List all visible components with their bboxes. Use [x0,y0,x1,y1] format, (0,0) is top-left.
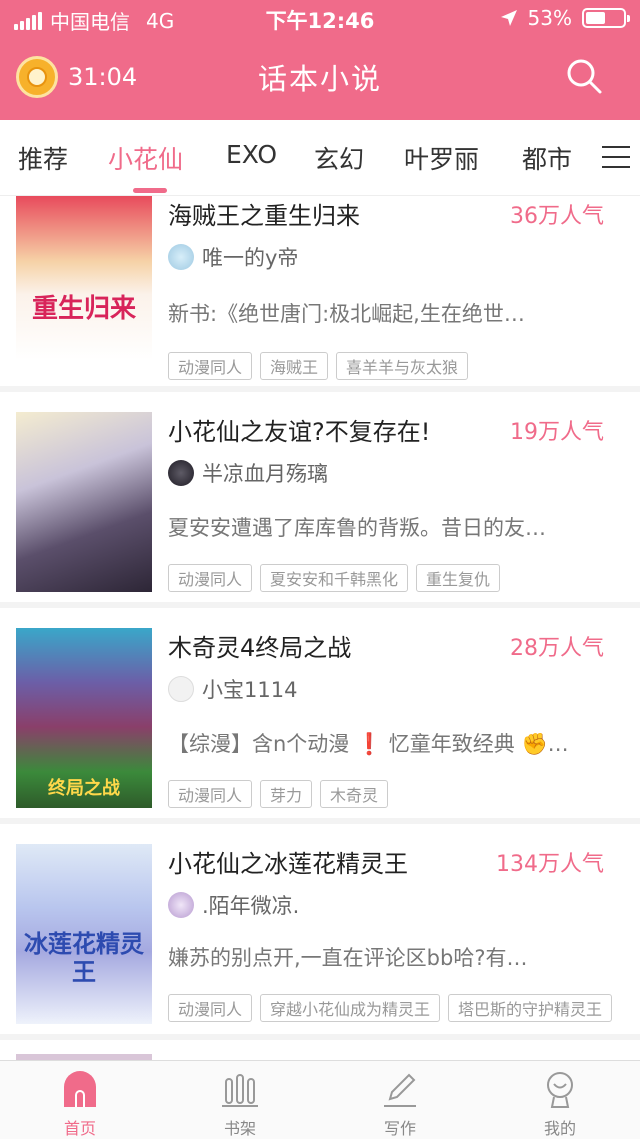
book-popularity: 134万人气 [496,852,604,877]
home-icon [64,1071,96,1107]
cover-title-text: 终局之战 [48,778,120,799]
tab-xuanhuan[interactable]: 玄幻 [314,140,364,176]
app-header: 31:04 话本小说 [0,36,640,120]
book-card[interactable]: 重生归来 海贼王之重生归来 36万人气 唯一的y帝 新书:《绝世唐门:极北崛起,… [0,196,640,392]
tag[interactable]: 塔巴斯的守护精灵王 [448,994,613,1022]
author-row: 半凉血月殇璃 [168,458,328,488]
nav-home[interactable]: 首页 [40,1069,120,1139]
tag[interactable]: 动漫同人 [168,352,253,380]
profile-icon [547,1072,573,1108]
bottom-nav: 首页 书架 写作 我的 [0,1060,640,1139]
tag[interactable]: 芽力 [260,780,313,808]
tag[interactable]: 海贼王 [260,352,329,380]
tag[interactable]: 喜羊羊与灰太狼 [336,352,469,380]
tag[interactable]: 动漫同人 [168,564,253,592]
author-name: 唯一的y帝 [202,246,299,270]
cover-title-text: 重生归来 [31,294,136,324]
tab-xiaohuaxian[interactable]: 小花仙 [108,140,183,176]
tag-list: 动漫同人 穿越小花仙成为精灵王 塔巴斯的守护精灵王 [168,994,640,1022]
tag-list: 动漫同人 夏安安和千韩黑化 重生复仇 [168,564,501,592]
tag[interactable]: 木奇灵 [320,780,389,808]
nav-profile[interactable]: 我的 [520,1069,600,1139]
book-description: 新书:《绝世唐门:极北崛起,生在绝世… [168,302,525,326]
author-avatar [168,892,194,918]
pen-icon [384,1073,416,1107]
book-description: 【综漫】含n个动漫 ❗ 忆童年致经典 ✊… [168,732,569,756]
book-cover: 冰莲花精灵王 [16,844,152,1024]
book-cover: 终局之战 [16,628,152,808]
author-avatar [168,244,194,270]
search-icon[interactable] [564,56,604,96]
nav-profile-label: 我的 [543,1119,576,1138]
book-title: 海贼王之重生归来 [168,202,360,230]
author-name: .陌年微凉. [202,894,300,918]
book-cover: 重生归来 [16,196,152,360]
tag[interactable]: 动漫同人 [168,780,253,808]
battery-percent: 53% [527,6,572,30]
tab-recommend[interactable]: 推荐 [18,140,68,176]
nav-bookshelf[interactable]: 书架 [200,1069,280,1139]
book-title: 小花仙之友谊?不复存在! [168,418,431,446]
tag[interactable]: 穿越小花仙成为精灵王 [260,994,441,1022]
tab-dushi[interactable]: 都市 [522,140,572,176]
status-bar: 中国电信 4G 下午12:46 53% [0,0,640,36]
author-name: 半凉血月殇璃 [202,462,328,486]
book-title: 木奇灵4终局之战 [168,634,352,662]
category-tabs: 推荐 小花仙 EXO 玄幻 叶罗丽 都市 [0,120,640,196]
book-list: 重生归来 海贼王之重生归来 36万人气 唯一的y帝 新书:《绝世唐门:极北崛起,… [0,196,640,1060]
book-card[interactable]: 冰莲花精灵王 小花仙之冰莲花精灵王 134万人气 .陌年微凉. 嫌苏的别点开,一… [0,824,640,1040]
location-arrow-icon [500,10,517,26]
book-popularity: 36万人气 [510,204,604,229]
tab-exo[interactable]: EXO [226,140,277,169]
author-row: .陌年微凉. [168,890,299,920]
author-row: 唯一的y帝 [168,242,298,272]
book-card[interactable]: 终局之战 木奇灵4终局之战 28万人气 小宝1114 【综漫】含n个动漫 ❗ 忆… [0,608,640,824]
book-description: 嫌苏的别点开,一直在评论区bb哈?有… [168,946,528,970]
author-name: 小宝1114 [202,678,298,702]
nav-home-label: 首页 [63,1119,96,1138]
book-card[interactable]: 小花仙之友谊?不复存在! 19万人气 半凉血月殇璃 夏安安遭遇了库库鲁的背叛。昔… [0,392,640,608]
book-title: 小花仙之冰莲花精灵王 [168,850,408,878]
nav-write[interactable]: 写作 [360,1069,440,1139]
active-tab-indicator [133,188,167,193]
cover-title-text: 冰莲花精灵王 [24,929,144,986]
tag[interactable]: 重生复仇 [416,564,501,592]
book-popularity: 19万人气 [510,420,604,445]
tag[interactable]: 动漫同人 [168,994,253,1022]
author-avatar [168,676,194,702]
tag-list: 动漫同人 海贼王 喜羊羊与灰太狼 [168,352,469,380]
nav-write-label: 写作 [383,1119,416,1138]
tab-yeluoli[interactable]: 叶罗丽 [404,140,479,176]
nav-bookshelf-label: 书架 [223,1119,256,1138]
tag[interactable]: 夏安安和千韩黑化 [260,564,409,592]
bookshelf-icon [222,1074,258,1107]
top-bar: 中国电信 4G 下午12:46 53% 31:04 话本小说 [0,0,640,120]
author-row: 小宝1114 [168,674,297,704]
author-avatar [168,460,194,486]
book-cover [16,412,152,592]
app-title: 话本小说 [257,62,382,96]
book-description: 夏安安遭遇了库库鲁的背叛。昔日的友… [168,516,546,540]
tag-list: 动漫同人 芽力 木奇灵 [168,780,389,808]
battery-icon [582,8,630,28]
menu-icon[interactable] [602,146,630,170]
book-popularity: 28万人气 [510,636,604,661]
